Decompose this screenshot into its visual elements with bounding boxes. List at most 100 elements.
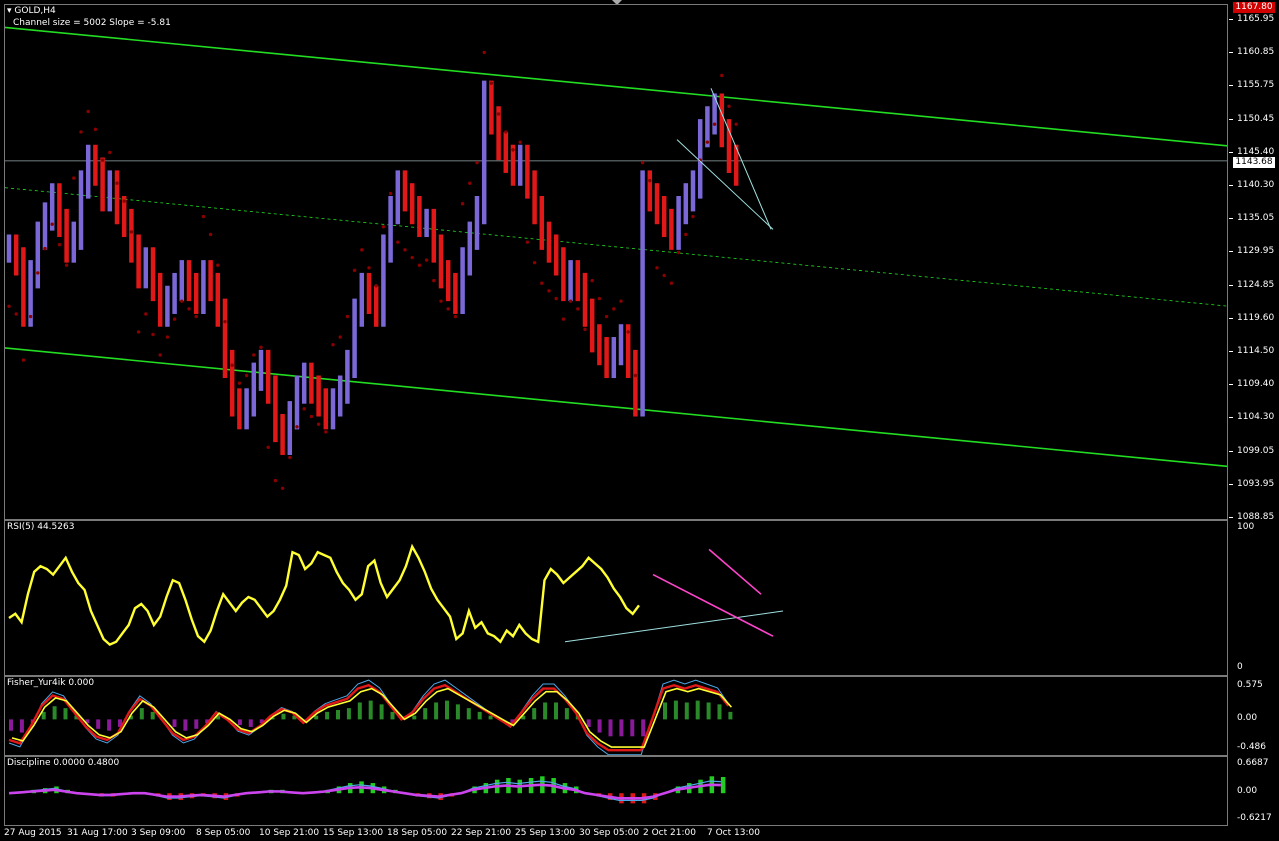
psar-dot xyxy=(86,109,90,114)
time-label: 2 Oct 21:00 xyxy=(643,828,696,838)
psar-dot xyxy=(597,296,602,301)
psar-dot xyxy=(93,127,98,132)
fisher-histogram-bar xyxy=(586,719,591,727)
psar-dot xyxy=(309,414,314,419)
fisher-pane[interactable]: Fisher_Yur4ik 0.000 xyxy=(4,676,1228,756)
fisher-histogram-bar xyxy=(488,715,493,720)
fisher-histogram-bar xyxy=(608,719,613,737)
psar-dot xyxy=(453,314,458,319)
psar-dot xyxy=(734,122,738,126)
psar-dot xyxy=(79,130,83,134)
psar-dot xyxy=(568,299,573,303)
symbol-title: GOLD,H4 xyxy=(14,6,56,16)
price-chart xyxy=(5,26,1227,491)
price-axis[interactable]: 1165.95 1160.85 1155.75 1150.45 1145.40 1140.… xyxy=(1229,0,1279,522)
psar-dot xyxy=(122,199,126,203)
psar-dot xyxy=(223,319,227,324)
psar-dot xyxy=(280,486,285,491)
psar-dot xyxy=(165,335,170,339)
fisher-histogram-bar xyxy=(412,715,417,720)
psar-dot xyxy=(662,273,666,278)
psar-dot xyxy=(684,232,688,237)
discipline-label: Discipline 0.0000 0.4800 xyxy=(7,758,120,768)
trendline-upper xyxy=(710,88,772,230)
psar-dot xyxy=(288,455,292,460)
discipline-histogram-bar xyxy=(720,776,726,794)
fisher-histogram-bar xyxy=(52,706,57,720)
time-label: 30 Sep 05:00 xyxy=(579,828,640,838)
time-label: 25 Sep 13:00 xyxy=(515,828,576,838)
price-tick-mark xyxy=(1229,218,1233,220)
psar-dot xyxy=(201,214,206,219)
psar-dot xyxy=(208,232,213,237)
psar-dot xyxy=(410,255,414,260)
fisher-histogram-bar xyxy=(554,702,558,720)
psar-dot xyxy=(561,317,566,321)
psar-dot xyxy=(504,130,508,134)
psar-dot xyxy=(28,314,33,319)
discipline-pane[interactable]: Discipline 0.0000 0.4800 xyxy=(4,756,1228,826)
price-tick-mark xyxy=(1229,450,1233,452)
psar-dot xyxy=(691,214,695,219)
fisher-histogram-bar xyxy=(237,719,242,726)
rsi-label: RSI(5) 44.5263 xyxy=(7,522,75,532)
fisher-histogram-bar xyxy=(477,711,482,720)
psar-dot xyxy=(720,73,724,78)
psar-dot xyxy=(136,330,141,334)
price-tick-label: 1114.50 xyxy=(1237,346,1275,356)
psar-dot xyxy=(43,246,47,251)
discipline-chart xyxy=(8,776,726,804)
psar-dot xyxy=(331,343,335,347)
psar-dot xyxy=(72,176,76,180)
fisher-histogram-bar xyxy=(379,704,384,720)
fisher-histogram-bar xyxy=(695,700,700,720)
price-tick-label: 1124.85 xyxy=(1237,279,1275,290)
psar-dot xyxy=(590,278,594,283)
channel-info: Channel size = 5002 Slope = -5.81 xyxy=(13,18,171,28)
price-tick-mark xyxy=(1229,317,1233,319)
fisher-histogram-bar xyxy=(172,719,177,727)
psar-dot xyxy=(252,353,256,357)
psar-dot xyxy=(475,160,479,165)
psar-dot xyxy=(518,140,522,144)
price-tick-mark xyxy=(1229,151,1233,153)
price-tick-label: 1104.30 xyxy=(1237,412,1275,423)
psar-dot xyxy=(115,181,119,185)
rsi-line xyxy=(8,543,640,647)
psar-dot xyxy=(482,50,486,55)
price-tick-label: 1155.75 xyxy=(1237,80,1275,91)
fisher-histogram-bar xyxy=(96,719,101,729)
psar-dot xyxy=(151,332,155,337)
price-pane[interactable]: ▾ GOLD,H4 Channel size = 5002 Slope = -5… xyxy=(4,4,1228,520)
fisher-histogram-bar xyxy=(641,719,646,737)
psar-dot xyxy=(489,81,494,85)
rsi-pane[interactable]: RSI(5) 44.5263 xyxy=(4,520,1228,676)
top-price-label: 1167.80 xyxy=(1233,2,1275,13)
psar-dot xyxy=(158,353,162,357)
discipline-tick-high: 0.6687 xyxy=(1237,758,1269,768)
price-tick-mark xyxy=(1229,185,1233,186)
price-tick-mark xyxy=(1229,284,1233,286)
price-tick-label: 1135.05 xyxy=(1237,213,1275,224)
fisher-histogram-bar xyxy=(663,702,667,720)
channel-lower-line xyxy=(5,347,1227,468)
psar-dot xyxy=(374,284,378,288)
psar-dot xyxy=(50,222,54,226)
psar-dot xyxy=(583,327,587,332)
time-label: 27 Aug 2015 xyxy=(4,828,62,838)
psar-dot xyxy=(496,112,501,116)
psar-dot xyxy=(633,373,638,378)
price-tick-label: 1109.40 xyxy=(1237,379,1275,390)
psar-dot xyxy=(64,263,69,267)
psar-dot xyxy=(403,248,407,252)
fisher-label: Fisher_Yur4ik 0.000 xyxy=(7,678,95,688)
psar-dot xyxy=(108,150,112,155)
rsi-support-line xyxy=(564,610,784,643)
psar-dot xyxy=(640,160,645,165)
psar-dot xyxy=(648,178,652,183)
fisher-histogram-bar xyxy=(390,711,395,720)
psar-dot xyxy=(129,230,134,234)
psar-dot xyxy=(626,330,630,334)
psar-dot xyxy=(14,312,18,316)
psar-dot xyxy=(712,122,717,126)
